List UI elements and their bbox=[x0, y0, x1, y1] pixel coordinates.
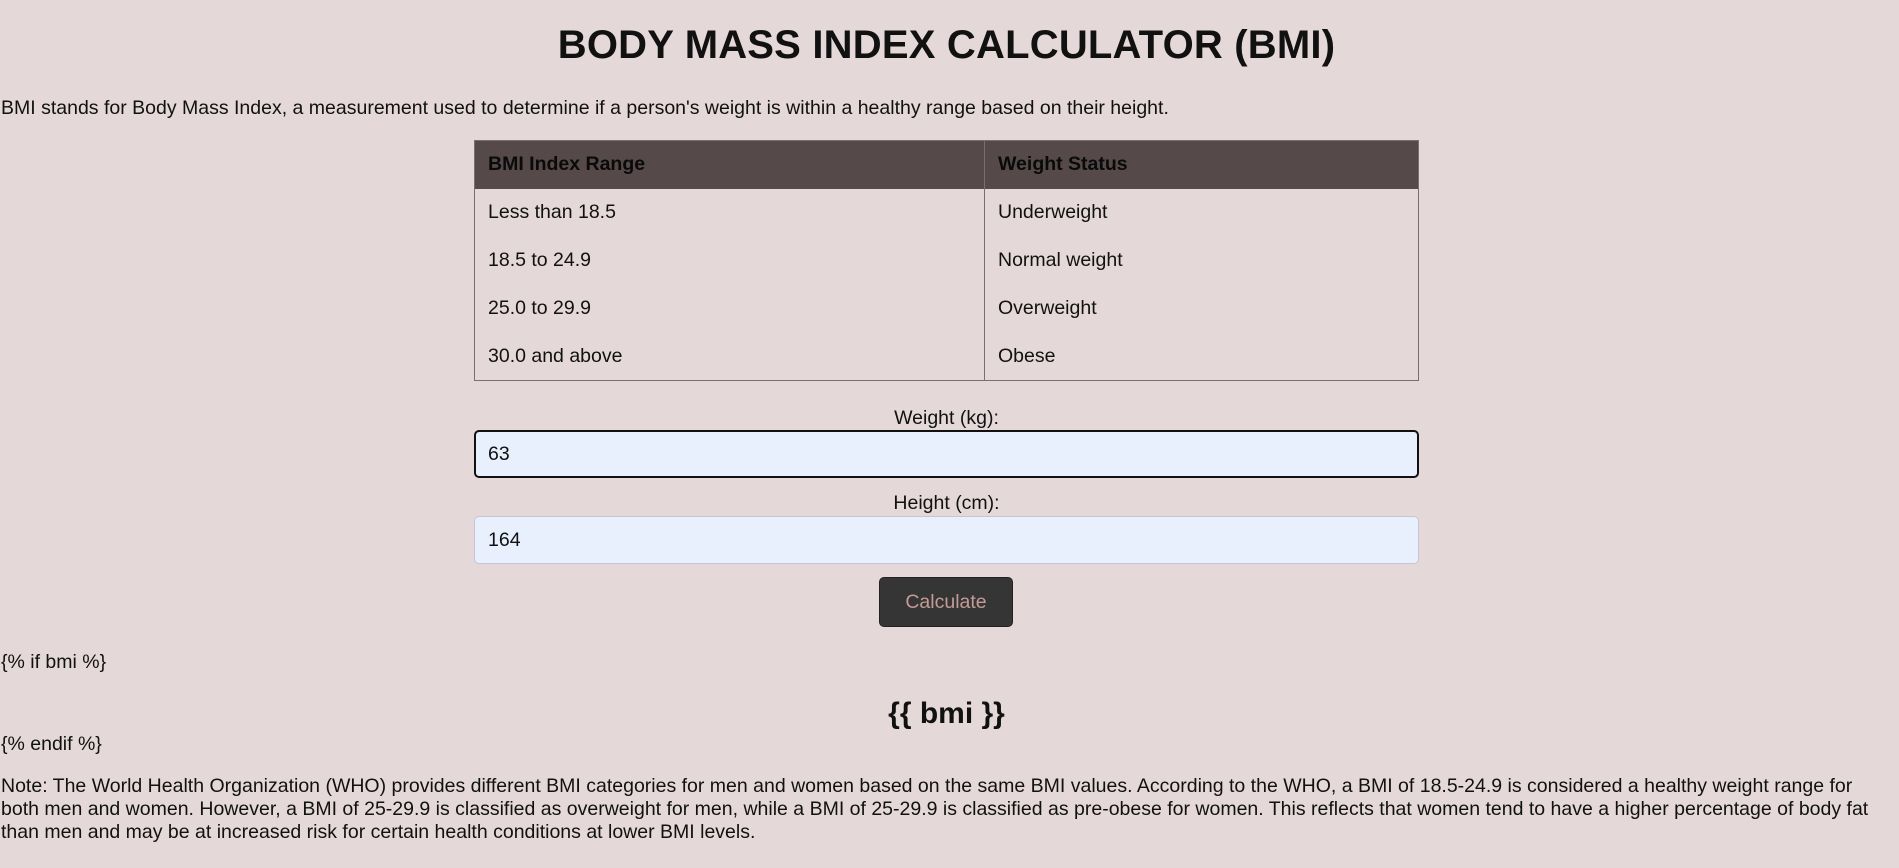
table-header-row: BMI Index Range Weight Status bbox=[474, 140, 1419, 189]
height-label: Height (cm): bbox=[893, 492, 1000, 514]
bmi-result: {{ bmi }} bbox=[888, 697, 1005, 730]
calculate-button[interactable]: Calculate bbox=[879, 577, 1013, 627]
template-if-tag: {% if bmi %} bbox=[1, 651, 107, 673]
header-bmi-range: BMI Index Range bbox=[474, 140, 985, 189]
header-weight-status: Weight Status bbox=[984, 140, 1419, 189]
bmi-range-cell: 25.0 to 29.9 bbox=[474, 284, 985, 333]
weight-status-cell: Overweight bbox=[984, 284, 1419, 333]
table-row: Less than 18.5 Underweight bbox=[474, 188, 1419, 237]
weight-status-cell: Obese bbox=[984, 332, 1419, 381]
who-note: Note: The World Health Organization (WHO… bbox=[1, 775, 1869, 843]
intro-text: BMI stands for Body Mass Index, a measur… bbox=[1, 97, 1169, 119]
bmi-range-table: BMI Index Range Weight Status Less than … bbox=[474, 140, 1419, 381]
weight-status-cell: Normal weight bbox=[984, 236, 1419, 285]
weight-label: Weight (kg): bbox=[894, 407, 999, 429]
table-row: 30.0 and above Obese bbox=[474, 332, 1419, 381]
table-row: 18.5 to 24.9 Normal weight bbox=[474, 236, 1419, 285]
bmi-range-cell: Less than 18.5 bbox=[474, 188, 985, 237]
bmi-range-cell: 30.0 and above bbox=[474, 332, 985, 381]
height-input[interactable] bbox=[474, 516, 1419, 564]
page-title: BODY MASS INDEX CALCULATOR (BMI) bbox=[557, 23, 1336, 67]
weight-input[interactable] bbox=[474, 430, 1419, 478]
template-endif-tag: {% endif %} bbox=[1, 733, 102, 755]
weight-status-cell: Underweight bbox=[984, 188, 1419, 237]
table-row: 25.0 to 29.9 Overweight bbox=[474, 284, 1419, 333]
bmi-range-cell: 18.5 to 24.9 bbox=[474, 236, 985, 285]
